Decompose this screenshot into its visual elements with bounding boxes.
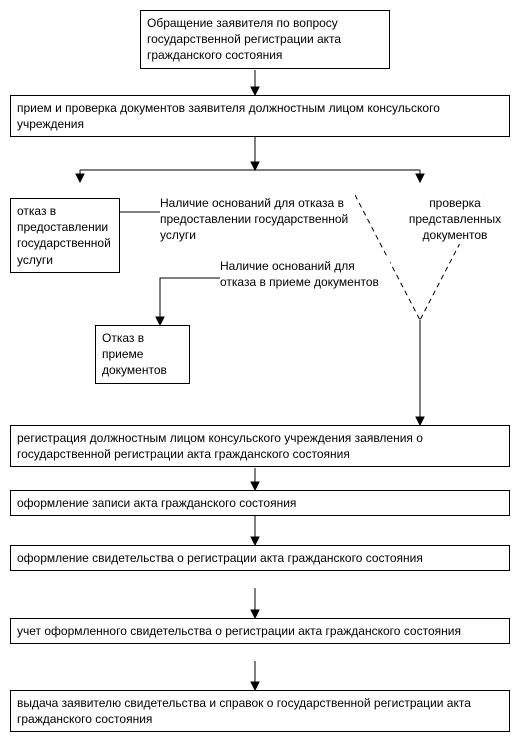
box-refusal-receipt: Отказ в приеме документов: [95, 325, 190, 384]
box-record-act: оформление записи акта гражданского сост…: [10, 490, 510, 516]
box-receive-check-docs: прием и проверка документов заявителя до…: [10, 95, 510, 137]
box-applicant-request: Обращение заявителя по вопросу государст…: [140, 10, 390, 69]
box-account-certificate: учет оформленного свидетельства о регист…: [10, 618, 510, 644]
label-grounds-refuse-service: Наличие оснований для отказа в предостав…: [160, 195, 355, 244]
label-check-documents: проверка представленных документов: [400, 195, 510, 244]
box-deliver-certificate: выдача заявителю свидетельства и справок…: [10, 690, 510, 732]
box-refusal-service: отказ в предоставлении государственной у…: [10, 198, 120, 273]
label-grounds-refuse-receipt: Наличие оснований для отказа в приеме до…: [220, 258, 390, 290]
box-issue-certificate: оформление свидетельства о регистрации а…: [10, 545, 510, 571]
box-register-application: регистрация должностным лицом консульско…: [10, 425, 510, 467]
